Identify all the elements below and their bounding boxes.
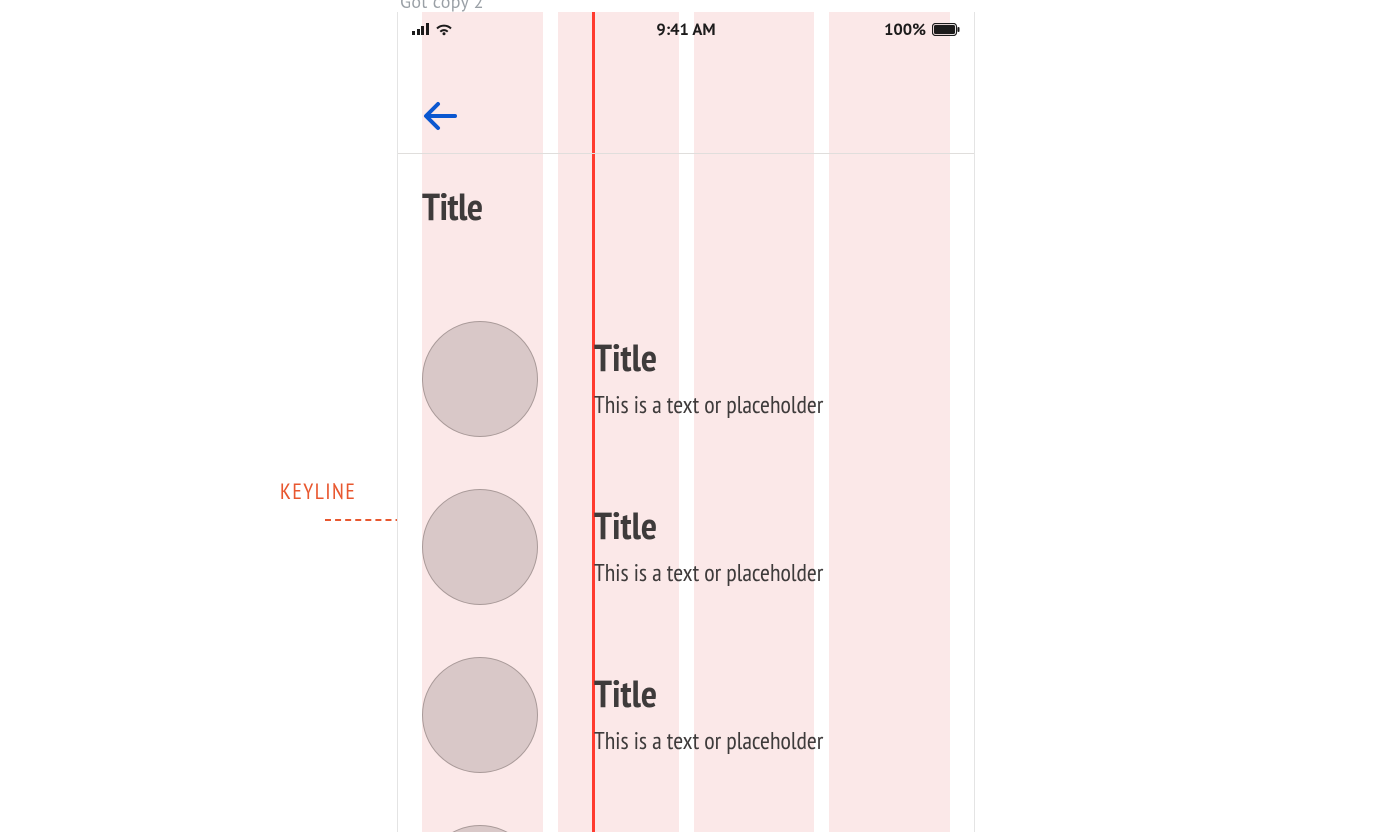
list-item-subtitle: This is a text or placeholder (594, 725, 950, 756)
keyline-annotation-label: KEYLINE (280, 478, 356, 506)
list-item[interactable]: Title This is a text or placeholder (422, 799, 950, 832)
list-item-title: Title (594, 675, 950, 713)
avatar (422, 321, 538, 437)
back-arrow-icon (423, 101, 457, 131)
status-bar: 9:41 AM 100% (398, 12, 974, 46)
nav-bar (398, 46, 974, 154)
list-item-subtitle: This is a text or placeholder (594, 389, 950, 420)
back-button[interactable] (420, 96, 460, 136)
page-title: Title (422, 182, 950, 231)
list-item-title: Title (594, 507, 950, 545)
avatar (422, 825, 538, 832)
phone-mock: 9:41 AM 100% Title Title This is a text … (397, 12, 975, 832)
list: Title This is a text or placeholder Titl… (422, 295, 950, 832)
list-item[interactable]: Title This is a text or placeholder (422, 295, 950, 463)
list-item[interactable]: Title This is a text or placeholder (422, 463, 950, 631)
status-time: 9:41 AM (398, 18, 974, 40)
list-item-title: Title (594, 339, 950, 377)
list-item-subtitle: This is a text or placeholder (594, 557, 950, 588)
avatar (422, 489, 538, 605)
list-item[interactable]: Title This is a text or placeholder (422, 631, 950, 799)
avatar (422, 657, 538, 773)
page-content: Title Title This is a text or placeholde… (398, 154, 974, 832)
